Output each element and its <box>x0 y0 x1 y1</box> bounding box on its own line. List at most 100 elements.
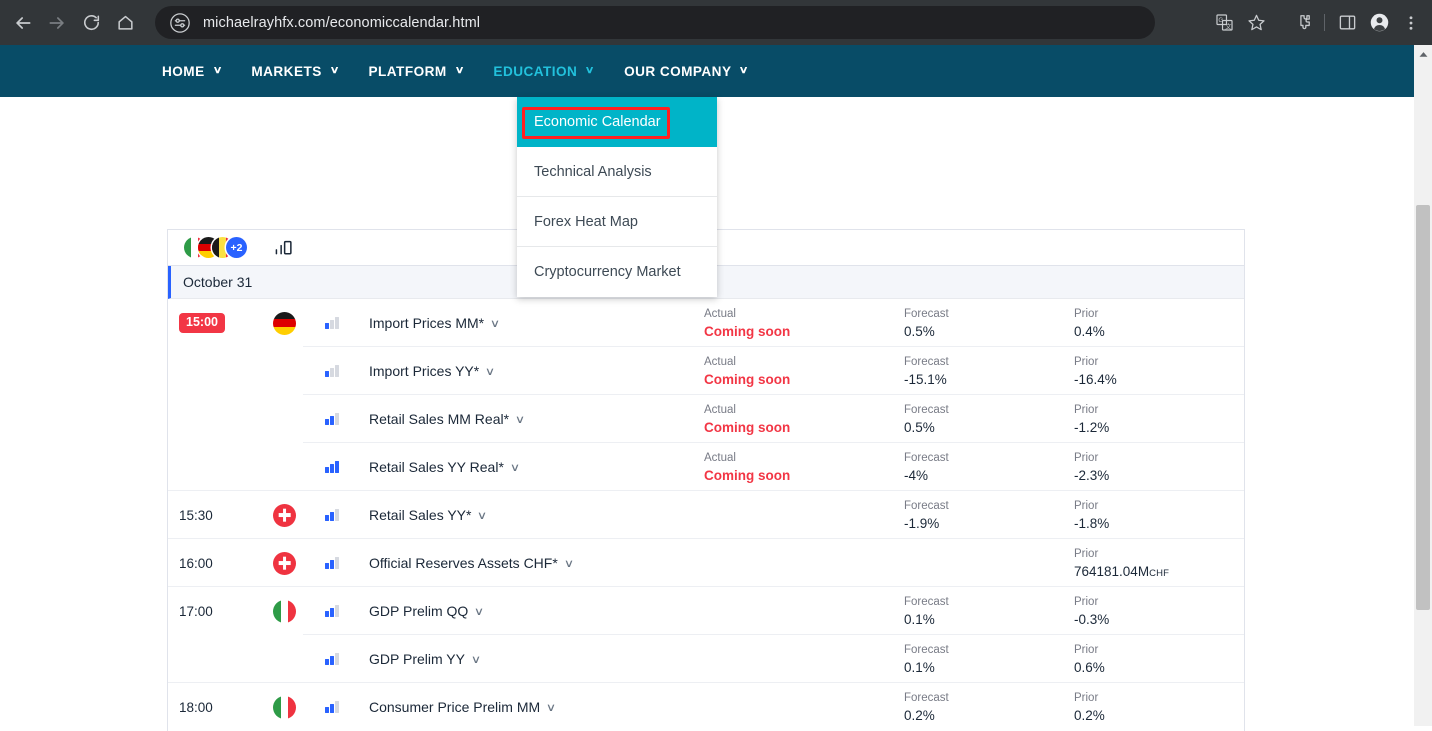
table-row[interactable]: Import Prices YY* ∨ Actual Coming soon F… <box>168 347 1244 395</box>
star-icon[interactable] <box>1241 8 1271 38</box>
row-actual <box>704 491 904 499</box>
svg-text:文: 文 <box>1225 21 1232 30</box>
nav-item-markets[interactable]: MARKETS ∨ <box>251 64 340 79</box>
chevron-down-icon[interactable]: ∨ <box>485 365 495 378</box>
table-row[interactable]: 15:00 Import Prices MM* ∨ Actual Coming … <box>168 299 1244 347</box>
importance-bars-icon <box>325 557 339 569</box>
row-event[interactable]: Import Prices YY* ∨ <box>369 347 704 395</box>
actual-value: Coming soon <box>704 324 791 340</box>
menu-item-economic-calendar[interactable]: Economic Calendar <box>517 97 717 147</box>
translate-icon[interactable]: G文 <box>1209 8 1239 38</box>
chevron-down-icon[interactable]: ∨ <box>546 701 556 714</box>
row-forecast <box>904 539 1074 547</box>
chevron-down-icon: ∨ <box>739 65 750 76</box>
nav-item-home[interactable]: HOME ∨ <box>162 64 222 79</box>
importance-bars-icon <box>325 461 339 473</box>
row-event[interactable]: Consumer Price Prelim MM ∨ <box>369 683 704 731</box>
table-row[interactable]: 15:30 Retail Sales YY* ∨ Forecast -1.9% … <box>168 491 1244 539</box>
flag-germany-icon <box>273 311 296 335</box>
chevron-down-icon[interactable]: ∨ <box>515 413 525 426</box>
prior-label: Prior <box>1074 596 1099 608</box>
forecast-label: Forecast <box>904 308 949 320</box>
prior-value: -1.8% <box>1074 516 1110 532</box>
scroll-up-arrow-icon[interactable] <box>1414 45 1432 63</box>
profile-avatar-icon[interactable] <box>1364 8 1394 38</box>
table-row[interactable]: 18:00 Consumer Price Prelim MM ∨ Forecas… <box>168 683 1244 731</box>
chevron-down-icon[interactable]: ∨ <box>510 461 520 474</box>
menu-item-cryptocurrency-market[interactable]: Cryptocurrency Market <box>517 247 717 297</box>
event-name: Consumer Price Prelim MM <box>369 699 541 715</box>
chevron-down-icon: ∨ <box>454 65 465 76</box>
more-countries-badge[interactable]: +2 <box>226 237 247 258</box>
three-dot-menu-icon[interactable] <box>1396 8 1426 38</box>
forecast-label: Forecast <box>904 692 949 704</box>
back-arrow-icon[interactable] <box>6 6 40 40</box>
time-label: 18:00 <box>179 699 213 715</box>
actual-label: Actual <box>704 308 736 320</box>
scrollbar-thumb[interactable] <box>1416 205 1430 610</box>
event-name: GDP Prelim QQ <box>369 603 469 619</box>
prior-value: -1.2% <box>1074 420 1110 436</box>
chevron-down-icon[interactable]: ∨ <box>474 605 484 618</box>
prior-label: Prior <box>1074 500 1099 512</box>
chevron-down-icon: ∨ <box>584 65 596 76</box>
svg-text:G: G <box>1218 17 1223 24</box>
time-label: 15:30 <box>179 507 213 523</box>
reload-icon[interactable] <box>74 6 108 40</box>
flag-italy-icon <box>273 599 296 623</box>
row-actual <box>704 587 904 595</box>
row-event[interactable]: Retail Sales MM Real* ∨ <box>369 395 704 443</box>
row-event[interactable]: GDP Prelim QQ ∨ <box>369 587 704 635</box>
browser-actions: G文 <box>1209 0 1426 45</box>
chevron-down-icon[interactable]: ∨ <box>564 557 574 570</box>
row-prior: Prior 0.6% <box>1074 635 1244 677</box>
nav-item-education[interactable]: EDUCATION ∨ <box>493 64 594 79</box>
forward-arrow-icon[interactable] <box>40 6 74 40</box>
menu-item-label: Economic Calendar <box>534 114 661 130</box>
row-event[interactable]: Official Reserves Assets CHF* ∨ <box>369 539 704 587</box>
table-row[interactable]: Retail Sales MM Real* ∨ Actual Coming so… <box>168 395 1244 443</box>
chevron-down-icon[interactable]: ∨ <box>471 653 481 666</box>
row-forecast: Forecast 0.1% <box>904 587 1074 629</box>
row-event[interactable]: GDP Prelim YY ∨ <box>369 635 704 683</box>
row-event[interactable]: Retail Sales YY Real* ∨ <box>369 443 704 491</box>
importance-bars-icon <box>325 605 339 617</box>
nav-item-platform[interactable]: PLATFORM ∨ <box>369 64 465 79</box>
forecast-label: Forecast <box>904 356 949 368</box>
row-country-flag <box>268 299 323 347</box>
bar-chart-icon[interactable] <box>274 239 293 256</box>
row-importance <box>323 683 369 731</box>
table-row[interactable]: 16:00 Official Reserves Assets CHF* ∨ Pr… <box>168 539 1244 587</box>
side-panel-icon[interactable] <box>1332 8 1362 38</box>
forecast-value: 0.1% <box>904 660 935 676</box>
table-row[interactable]: GDP Prelim YY ∨ Forecast 0.1% Prior 0.6% <box>168 635 1244 683</box>
tune-icon[interactable] <box>169 12 191 34</box>
education-dropdown-menu: Economic Calendar Technical Analysis For… <box>517 97 717 297</box>
row-forecast: Forecast 0.5% <box>904 299 1074 341</box>
menu-item-label: Forex Heat Map <box>534 213 638 230</box>
puzzle-icon[interactable] <box>1287 8 1317 38</box>
chevron-down-icon: ∨ <box>329 65 340 76</box>
row-importance <box>323 539 369 587</box>
table-row[interactable]: 17:00 GDP Prelim QQ ∨ Forecast 0.1% Prio… <box>168 587 1244 635</box>
event-name: GDP Prelim YY <box>369 651 465 667</box>
chevron-down-icon[interactable]: ∨ <box>490 317 500 330</box>
importance-bars-icon <box>325 701 339 713</box>
nav-item-our-company[interactable]: OUR COMPANY ∨ <box>624 64 750 79</box>
home-icon[interactable] <box>108 6 142 40</box>
chevron-down-icon[interactable]: ∨ <box>477 509 487 522</box>
actual-value: Coming soon <box>704 420 791 436</box>
page-scrollbar[interactable] <box>1414 45 1432 726</box>
row-prior: Prior -1.8% <box>1074 491 1244 533</box>
address-bar[interactable]: michaelrayhfx.com/economiccalendar.html <box>155 6 1155 39</box>
forecast-value: -1.9% <box>904 516 940 532</box>
table-row[interactable]: Retail Sales YY Real* ∨ Actual Coming so… <box>168 443 1244 491</box>
row-event[interactable]: Retail Sales YY* ∨ <box>369 491 704 539</box>
importance-bars-icon <box>325 365 339 377</box>
event-name: Import Prices MM* <box>369 315 485 331</box>
row-actual: Actual Coming soon <box>704 347 904 389</box>
country-filter-flags[interactable]: +2 <box>184 237 247 258</box>
menu-item-forex-heat-map[interactable]: Forex Heat Map <box>517 197 717 247</box>
row-event[interactable]: Import Prices MM* ∨ <box>369 299 704 347</box>
menu-item-technical-analysis[interactable]: Technical Analysis <box>517 147 717 197</box>
